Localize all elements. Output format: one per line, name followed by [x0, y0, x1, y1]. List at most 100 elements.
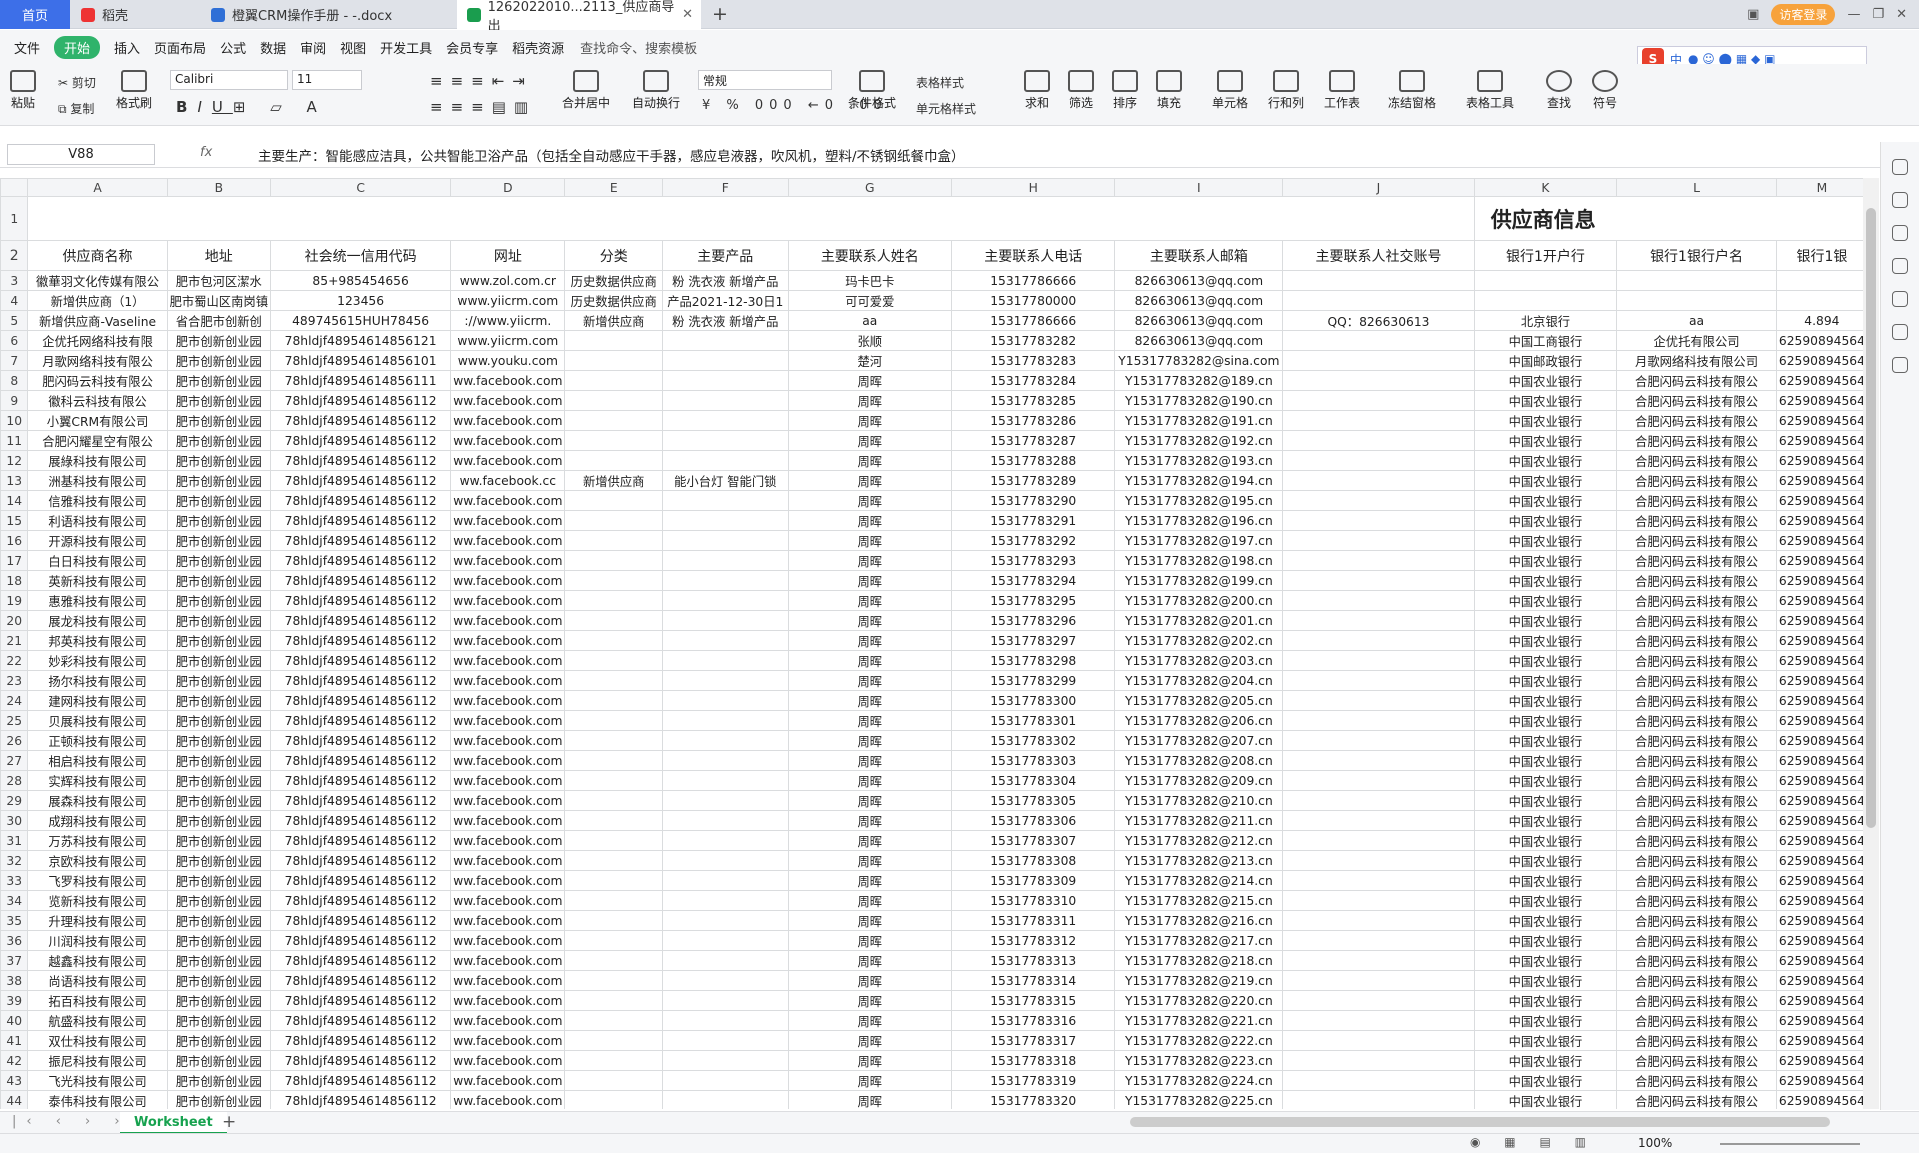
- cell[interactable]: 合肥闪耀星空有限公: [27, 430, 168, 451]
- cell[interactable]: 合肥闪码云科技有限公: [1616, 390, 1777, 411]
- cell[interactable]: [661, 490, 789, 511]
- cell[interactable]: 62590894564: [1775, 410, 1868, 431]
- cell[interactable]: [1282, 850, 1475, 871]
- cell[interactable]: 周晖: [787, 530, 953, 551]
- cell[interactable]: [661, 1090, 789, 1109]
- cell[interactable]: ww.facebook.cc: [450, 470, 566, 491]
- cell[interactable]: 肥市创新创业园: [166, 830, 272, 851]
- close-icon[interactable]: ✕: [682, 7, 693, 22]
- cell[interactable]: 中国邮政银行: [1473, 350, 1618, 371]
- cell[interactable]: [661, 1010, 789, 1031]
- column-title[interactable]: 主要产品: [661, 240, 789, 271]
- cell[interactable]: [1282, 650, 1475, 671]
- column-header-A[interactable]: A: [27, 178, 168, 197]
- cell[interactable]: 洲基科技有限公司: [27, 470, 168, 491]
- cell[interactable]: 62590894564: [1775, 870, 1868, 891]
- cell[interactable]: 历史数据供应商: [564, 270, 663, 291]
- cell[interactable]: [1616, 290, 1777, 311]
- cell[interactable]: [661, 910, 789, 931]
- cell[interactable]: 123456: [269, 290, 452, 311]
- cell[interactable]: [1616, 270, 1777, 291]
- cell[interactable]: 周晖: [787, 630, 953, 651]
- cell[interactable]: [1282, 630, 1475, 651]
- cell[interactable]: 15317783309: [951, 870, 1116, 891]
- cell[interactable]: [564, 550, 663, 571]
- cell[interactable]: 15317783303: [951, 750, 1116, 771]
- cell[interactable]: Y15317783282@225.cn: [1114, 1090, 1284, 1109]
- menu-data[interactable]: 数据: [260, 38, 286, 57]
- cell[interactable]: 相启科技有限公司: [27, 750, 168, 771]
- cell[interactable]: [27, 196, 1475, 241]
- cell[interactable]: 月歌网络科技有限公司: [1616, 350, 1777, 371]
- visitor-login-button[interactable]: 访客登录: [1771, 4, 1836, 25]
- cell[interactable]: Y15317783282@204.cn: [1114, 670, 1284, 691]
- cell[interactable]: Y15317783282@211.cn: [1114, 810, 1284, 831]
- cell[interactable]: 肥市创新创业园: [166, 790, 272, 811]
- row-header[interactable]: 42: [0, 1050, 29, 1071]
- cell[interactable]: 826630613@qq.com: [1114, 310, 1284, 331]
- cell[interactable]: [661, 830, 789, 851]
- column-header-G[interactable]: G: [787, 178, 953, 197]
- column-header-D[interactable]: D: [450, 178, 566, 197]
- cell[interactable]: 周晖: [787, 610, 953, 631]
- sheet-title[interactable]: 供应商信息: [1473, 196, 1868, 241]
- cell[interactable]: 62590894564: [1775, 710, 1868, 731]
- cell[interactable]: 徽華羽文化传媒有限公: [27, 270, 168, 291]
- cell[interactable]: 78hldjf48954614856112: [269, 770, 452, 791]
- cell[interactable]: 62590894564: [1775, 910, 1868, 931]
- cell[interactable]: [1282, 950, 1475, 971]
- cell[interactable]: 15317783313: [951, 950, 1116, 971]
- help-icon[interactable]: [1892, 291, 1908, 307]
- cell[interactable]: ww.facebook.com: [450, 830, 566, 851]
- cell[interactable]: 邦英科技有限公司: [27, 630, 168, 651]
- row-header[interactable]: 24: [0, 690, 29, 711]
- cell[interactable]: 览新科技有限公司: [27, 890, 168, 911]
- cell[interactable]: 周晖: [787, 710, 953, 731]
- cell[interactable]: 贝展科技有限公司: [27, 710, 168, 731]
- wrap-text-button[interactable]: 自动换行: [632, 70, 680, 111]
- cell[interactable]: 肥市创新创业园: [166, 630, 272, 651]
- cell[interactable]: 合肥闪码云科技有限公: [1616, 710, 1777, 731]
- cell[interactable]: [1282, 870, 1475, 891]
- cell[interactable]: 合肥闪码云科技有限公: [1616, 990, 1777, 1011]
- cell[interactable]: 合肥闪码云科技有限公: [1616, 450, 1777, 471]
- cell[interactable]: 合肥闪码云科技有限公: [1616, 870, 1777, 891]
- cell[interactable]: [1282, 1090, 1475, 1109]
- row-header[interactable]: 34: [0, 890, 29, 911]
- cell[interactable]: 中国农业银行: [1473, 470, 1618, 491]
- cell[interactable]: Y15317783282@202.cn: [1114, 630, 1284, 651]
- cell[interactable]: 合肥闪码云科技有限公: [1616, 1070, 1777, 1091]
- cell[interactable]: ww.facebook.com: [450, 530, 566, 551]
- cell[interactable]: 78hldjf48954614856112: [269, 970, 452, 991]
- cell[interactable]: 15317783314: [951, 970, 1116, 991]
- cell[interactable]: [564, 1030, 663, 1051]
- cell[interactable]: 合肥闪码云科技有限公: [1616, 910, 1777, 931]
- cell[interactable]: 826630613@qq.com: [1114, 290, 1284, 311]
- cell[interactable]: [1282, 610, 1475, 631]
- cell[interactable]: ww.facebook.com: [450, 670, 566, 691]
- menu-start[interactable]: 开始: [54, 35, 101, 59]
- cell[interactable]: 15317783296: [951, 610, 1116, 631]
- cell[interactable]: 62590894564: [1775, 490, 1868, 511]
- cell[interactable]: 15317783315: [951, 990, 1116, 1011]
- column-title[interactable]: 地址: [166, 240, 272, 271]
- cell[interactable]: [661, 570, 789, 591]
- cell[interactable]: 楚河: [787, 350, 953, 371]
- row-header[interactable]: 40: [0, 1010, 29, 1031]
- cell[interactable]: 粉 洗衣液 新增产品: [661, 270, 789, 291]
- cell[interactable]: 振尼科技有限公司: [27, 1050, 168, 1071]
- cell[interactable]: 航盛科技有限公司: [27, 1010, 168, 1031]
- row-header[interactable]: 35: [0, 910, 29, 931]
- cell[interactable]: 15317786666: [951, 310, 1116, 331]
- cell[interactable]: [1282, 670, 1475, 691]
- cell[interactable]: 肥市创新创业园: [166, 890, 272, 911]
- cell[interactable]: [564, 670, 663, 691]
- row-header[interactable]: 19: [0, 590, 29, 611]
- cell[interactable]: [1282, 350, 1475, 371]
- cell[interactable]: 62590894564: [1775, 350, 1868, 371]
- cell[interactable]: [1282, 1010, 1475, 1031]
- cell[interactable]: 周晖: [787, 490, 953, 511]
- select-all-corner[interactable]: [0, 178, 29, 197]
- cell[interactable]: 正顿科技有限公司: [27, 730, 168, 751]
- cell[interactable]: 中国农业银行: [1473, 790, 1618, 811]
